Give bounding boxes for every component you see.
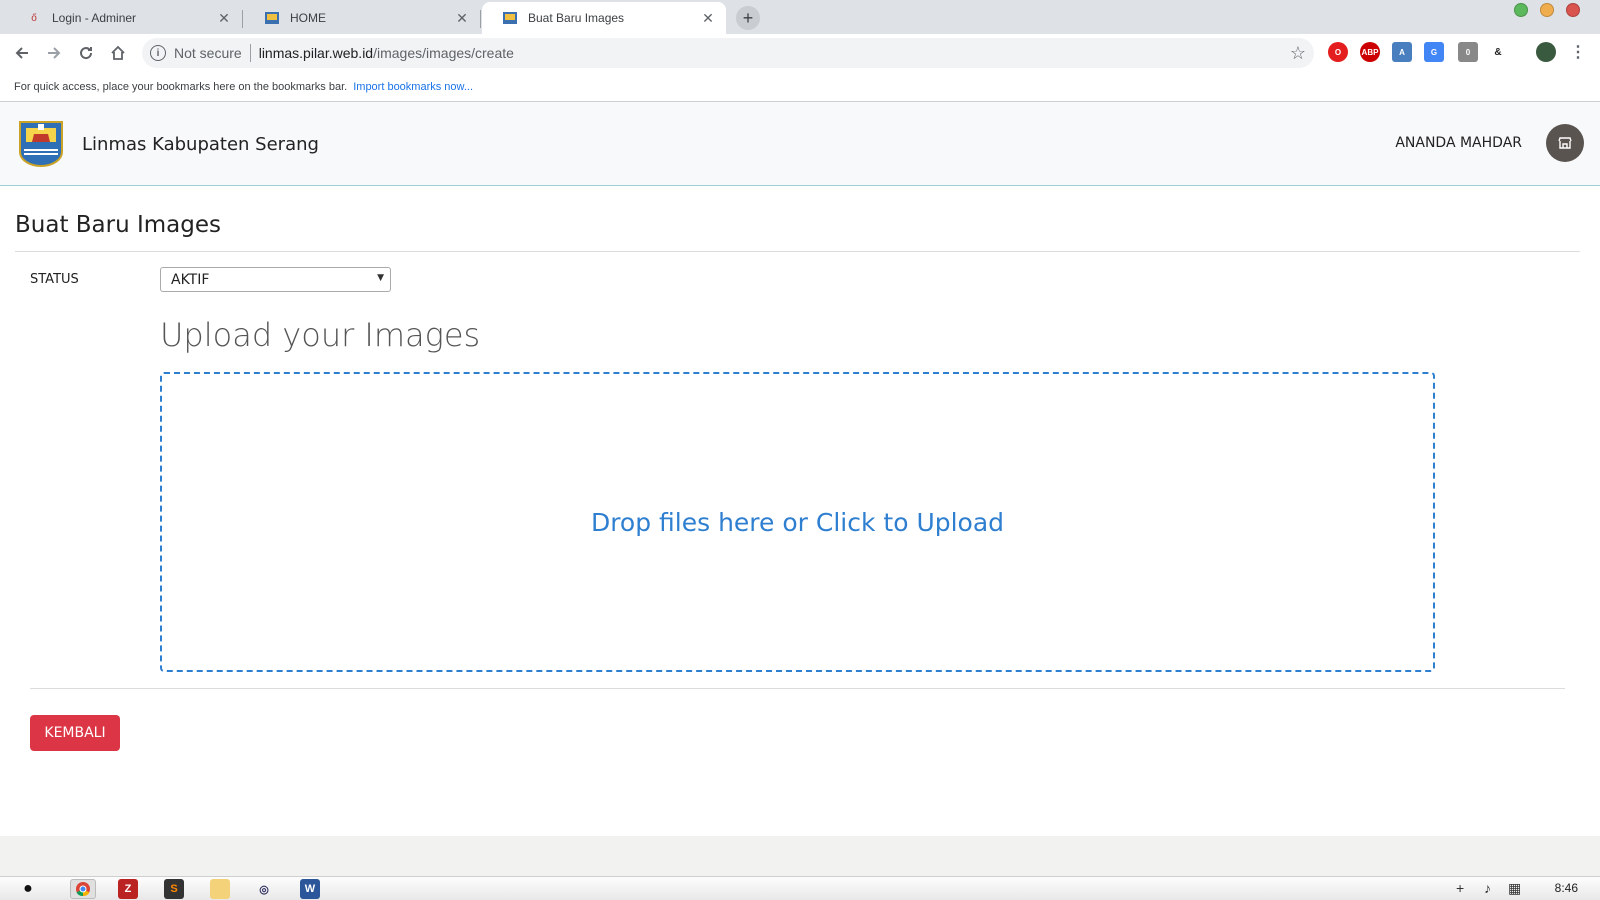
tab-home[interactable]: HOME ✕: [244, 2, 481, 34]
address-bar[interactable]: i Not secure linmas.pilar.web.id /images…: [142, 38, 1314, 68]
upload-heading: Upload your Images: [160, 316, 481, 354]
opera-extension-icon[interactable]: O: [1328, 42, 1348, 62]
network-icon[interactable]: ▦: [1508, 880, 1521, 897]
extension-badge-icon[interactable]: 0: [1458, 42, 1478, 62]
adblock-extension-icon[interactable]: ABP: [1360, 42, 1380, 62]
apple-icon[interactable]: ●: [18, 879, 38, 899]
user-name[interactable]: ANANDA MAHDAR: [1395, 135, 1522, 151]
maximize-button[interactable]: [1514, 3, 1528, 17]
site-brand[interactable]: Linmas Kabupaten Serang: [82, 134, 319, 155]
chevron-down-icon: ▼: [377, 273, 384, 283]
serang-logo[interactable]: [16, 118, 66, 168]
adminer-favicon-icon: ő: [31, 12, 37, 24]
volume-icon[interactable]: ♪: [1484, 880, 1491, 896]
sublime-taskbar-icon[interactable]: S: [164, 879, 184, 899]
back-arrow-icon[interactable]: [6, 37, 38, 69]
bookmarks-hint: For quick access, place your bookmarks h…: [14, 80, 348, 93]
status-selected-value: AKTIF: [171, 271, 210, 288]
site-header: Linmas Kabupaten Serang ANANDA MAHDAR: [0, 102, 1600, 186]
url-path: /images/images/create: [373, 45, 514, 61]
divider: [249, 44, 251, 62]
tab-buat-baru-images[interactable]: Buat Baru Images ✕: [482, 2, 726, 34]
tab-label: HOME: [290, 11, 326, 25]
page-footer: [0, 836, 1600, 876]
divider: [30, 688, 1565, 689]
tab-label: Buat Baru Images: [528, 11, 625, 25]
extension-icon[interactable]: &: [1488, 42, 1508, 62]
home-icon[interactable]: [102, 37, 134, 69]
folder-taskbar-icon[interactable]: [210, 879, 230, 899]
close-icon[interactable]: ✕: [700, 10, 716, 26]
import-bookmarks-link[interactable]: Import bookmarks now...: [353, 81, 473, 93]
new-tab-button[interactable]: +: [736, 6, 760, 30]
info-icon[interactable]: i: [150, 45, 166, 61]
profile-avatar[interactable]: [1536, 42, 1556, 62]
tab-label: Login - Adminer: [52, 11, 137, 25]
browser-tab-strip: ő Login - Adminer ✕ HOME ✕ Buat Baru Ima…: [0, 0, 1600, 34]
filezilla-taskbar-icon[interactable]: Z: [118, 879, 138, 899]
bookmarks-bar: For quick access, place your bookmarks h…: [0, 72, 1600, 102]
chrome-taskbar-icon[interactable]: [70, 879, 96, 899]
security-label: Not secure: [174, 45, 242, 61]
app-taskbar-icon[interactable]: ◎: [254, 879, 274, 899]
status-select[interactable]: AKTIF ▼: [160, 267, 391, 292]
word-taskbar-icon[interactable]: W: [300, 879, 320, 899]
divider: [15, 251, 1580, 252]
window-controls: [1514, 3, 1580, 17]
tab-login-adminer[interactable]: ő Login - Adminer ✕: [6, 2, 243, 34]
forward-arrow-icon[interactable]: [38, 37, 70, 69]
close-icon[interactable]: ✕: [216, 10, 232, 26]
dropzone-message: Drop files here or Click to Upload: [590, 507, 1005, 537]
browser-toolbar: i Not secure linmas.pilar.web.id /images…: [0, 34, 1600, 72]
site-favicon-icon: [502, 10, 518, 26]
close-window-button[interactable]: [1566, 3, 1580, 17]
user-avatar[interactable]: [1546, 124, 1584, 162]
add-icon[interactable]: +: [1456, 880, 1464, 896]
translate-extension-icon[interactable]: G: [1424, 42, 1444, 62]
star-icon[interactable]: ☆: [1290, 43, 1306, 64]
extension-icon[interactable]: A: [1392, 42, 1412, 62]
minimize-button[interactable]: [1540, 3, 1554, 17]
menu-icon[interactable]: ⋮: [1568, 42, 1588, 62]
back-button[interactable]: KEMBALI: [30, 715, 120, 751]
store-icon: [1558, 137, 1572, 149]
site-favicon-icon: [264, 10, 280, 26]
close-icon[interactable]: ✕: [454, 10, 470, 26]
taskbar-clock: 8:46: [1554, 881, 1578, 895]
page-title: Buat Baru Images: [15, 212, 222, 238]
os-taskbar: ● Z S ◎ W + ♪ ▦ 8:46: [0, 876, 1600, 900]
file-dropzone[interactable]: Drop files here or Click to Upload: [160, 372, 1435, 672]
reload-icon[interactable]: [70, 37, 102, 69]
status-label: STATUS: [30, 272, 79, 287]
url-host: linmas.pilar.web.id: [258, 45, 374, 61]
